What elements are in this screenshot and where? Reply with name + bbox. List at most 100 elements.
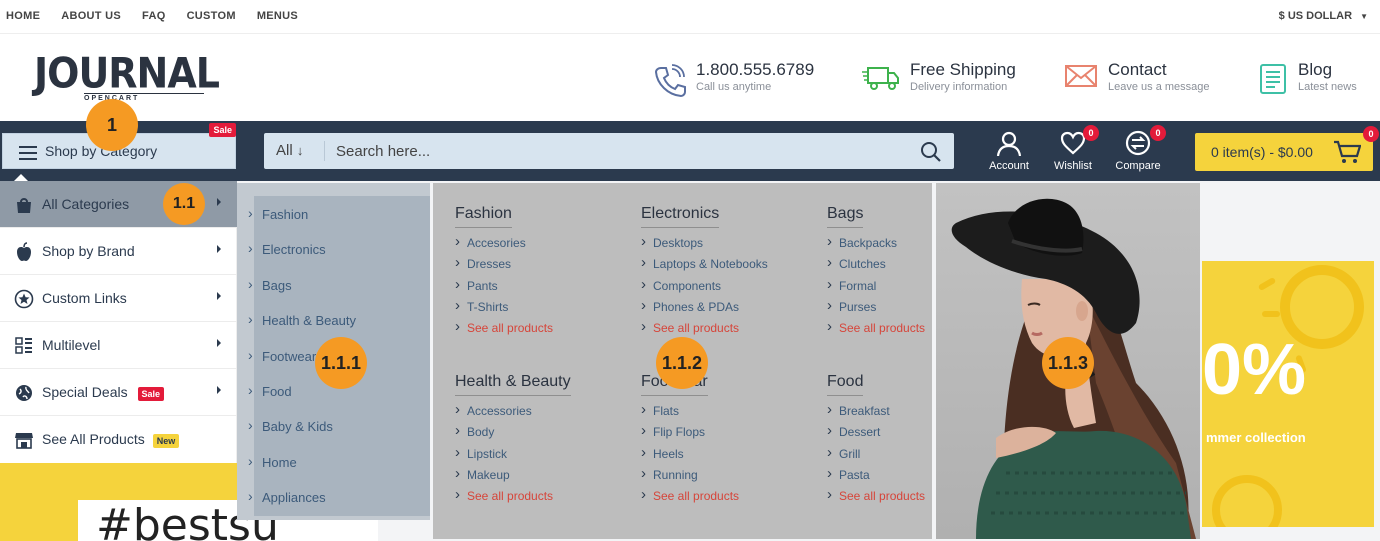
document-icon	[1260, 64, 1286, 94]
see-all-link[interactable]: See all products	[641, 318, 768, 342]
dropdown-caret	[14, 174, 28, 181]
sun-ray	[1262, 311, 1280, 317]
compare-count-badge: 0	[1150, 125, 1166, 141]
subcategory-electronics[interactable]: Electronics	[248, 240, 325, 257]
subcategory-baby-kids[interactable]: Baby & Kids	[248, 417, 333, 434]
dropdown-item-label: Multilevel	[42, 337, 101, 353]
user-icon	[996, 131, 1022, 156]
top-link-about-us[interactable]: ABOUT US	[61, 10, 121, 22]
subcategory-appliances[interactable]: Appliances	[248, 488, 326, 505]
mega-link[interactable]: Body	[455, 422, 571, 446]
contact-title: Contact	[1108, 60, 1167, 79]
dropdown-item-multilevel[interactable]: Multilevel	[0, 322, 237, 369]
mega-link[interactable]: Lipstick	[455, 444, 571, 468]
mega-column-electronics: Electronics Desktops Laptops & Notebooks…	[641, 205, 768, 342]
mega-link[interactable]: Flats	[641, 401, 739, 425]
caret-right-icon	[217, 386, 221, 394]
dropdown-item-custom-links[interactable]: Custom Links	[0, 275, 237, 322]
dropdown-item-special-deals[interactable]: Special Deals Sale	[0, 369, 237, 416]
category-dropdown: All Categories Shop by Brand Custom Link…	[0, 181, 237, 463]
mega-link[interactable]: Heels	[641, 444, 739, 468]
mega-link[interactable]: Grill	[827, 444, 925, 468]
caret-right-icon	[217, 292, 221, 300]
top-link-faq[interactable]: FAQ	[142, 10, 166, 22]
mega-link[interactable]: Clutches	[827, 254, 925, 278]
mega-link[interactable]: Dresses	[455, 254, 553, 278]
header-blog[interactable]: Blog Latest news	[1258, 60, 1357, 95]
mega-link[interactable]: Makeup	[455, 465, 571, 489]
account-button[interactable]: Account	[981, 128, 1037, 174]
mega-link[interactable]: Components	[641, 276, 768, 300]
mega-link[interactable]: T-Shirts	[455, 297, 553, 321]
shipping-title: Free Shipping	[910, 60, 1016, 79]
subcategory-footwear[interactable]: Footwear	[248, 347, 316, 364]
mega-column-title[interactable]: Fashion	[455, 205, 512, 228]
see-all-products-label: See All Products	[42, 431, 145, 447]
header-contact[interactable]: Contact Leave us a message	[1064, 60, 1210, 94]
mega-link[interactable]: Laptops & Notebooks	[641, 254, 768, 278]
search-input[interactable]	[336, 139, 896, 163]
hamburger-icon	[19, 146, 37, 164]
wishlist-button[interactable]: 0 Wishlist	[1045, 125, 1101, 174]
mega-link[interactable]: Breakfast	[827, 401, 925, 425]
header: JOURNAL OPENCART 1.800.555.6789 Call us …	[0, 35, 1380, 121]
subcategory-food[interactable]: Food	[248, 382, 291, 399]
see-all-link[interactable]: See all products	[641, 486, 739, 510]
currency-label: $ US DOLLAR	[1278, 10, 1353, 22]
top-bar: HOME ABOUT US FAQ CUSTOM MENUS $ US DOLL…	[0, 0, 1380, 34]
dropdown-item-label: Custom Links	[42, 290, 127, 306]
mega-link[interactable]: Pasta	[827, 465, 925, 489]
mega-link[interactable]: Phones & PDAs	[641, 297, 768, 321]
promo-banner[interactable]: 0% mmer collection	[1202, 261, 1374, 527]
callout-1-1-3: 1.1.3	[1042, 337, 1094, 389]
subcategory-fashion[interactable]: Fashion	[248, 205, 308, 222]
callout-1-1-2: 1.1.2	[656, 337, 708, 389]
globe-icon	[16, 385, 32, 401]
mega-link[interactable]: Running	[641, 465, 739, 489]
store-icon	[15, 433, 33, 449]
dropdown-item-shop-by-brand[interactable]: Shop by Brand	[0, 228, 237, 275]
top-link-home[interactable]: HOME	[6, 10, 40, 22]
mega-link[interactable]: Dessert	[827, 422, 925, 446]
subcategory-home[interactable]: Home	[248, 453, 297, 470]
dropdown-item-label: Shop by Brand	[42, 243, 135, 259]
mega-link[interactable]: Flip Flops	[641, 422, 739, 446]
see-all-link[interactable]: See all products	[455, 486, 571, 510]
caret-right-icon	[217, 198, 221, 206]
mega-link[interactable]: Backpacks	[827, 233, 925, 257]
subcategory-bags[interactable]: Bags	[248, 276, 291, 293]
star-circle-icon	[14, 289, 34, 309]
logo[interactable]: JOURNAL OPENCART	[34, 51, 220, 102]
see-all-link[interactable]: See all products	[827, 486, 925, 510]
search-icon[interactable]	[920, 141, 942, 163]
mega-link[interactable]: Purses	[827, 297, 925, 321]
mega-link[interactable]: Desktops	[641, 233, 768, 257]
caret-right-icon	[217, 245, 221, 253]
mega-link[interactable]: Accesories	[455, 233, 553, 257]
cart-button[interactable]: 0 item(s) - $0.00 0	[1195, 126, 1379, 171]
mega-column-title[interactable]: Food	[827, 373, 864, 396]
sale-badge: Sale	[137, 387, 165, 401]
see-all-link[interactable]: See all products	[455, 318, 553, 342]
dropdown-item-see-all-products[interactable]: See All Products New	[0, 416, 237, 463]
header-phone[interactable]: 1.800.555.6789 Call us anytime	[652, 60, 814, 97]
mega-column-footwear: Footwear Flats Flip Flops Heels Running …	[641, 373, 739, 510]
mega-column-title[interactable]: Health & Beauty	[455, 373, 571, 396]
top-link-custom[interactable]: CUSTOM	[187, 10, 236, 22]
ring-decoration	[1212, 475, 1282, 527]
shipping-sub: Delivery information	[910, 81, 1008, 93]
header-shipping[interactable]: Free Shipping Delivery information	[862, 60, 1016, 94]
see-all-link[interactable]: See all products	[827, 318, 925, 342]
mega-link[interactable]: Formal	[827, 276, 925, 300]
mega-link[interactable]: Accessories	[455, 401, 571, 425]
subcategory-health-beauty[interactable]: Health & Beauty	[248, 311, 356, 328]
wishlist-label: Wishlist	[1054, 160, 1092, 172]
mega-column-title[interactable]: Electronics	[641, 205, 720, 228]
mega-column-title[interactable]: Bags	[827, 205, 864, 228]
cart-label: 0 item(s) - $0.00	[1211, 144, 1313, 160]
mega-link[interactable]: Pants	[455, 276, 553, 300]
currency-selector[interactable]: $ US DOLLAR ▼	[1279, 10, 1368, 22]
compare-button[interactable]: 0 Compare	[1110, 125, 1166, 174]
search-scope-select[interactable]: All ↓	[276, 142, 303, 159]
top-link-menus[interactable]: MENUS	[257, 10, 298, 22]
